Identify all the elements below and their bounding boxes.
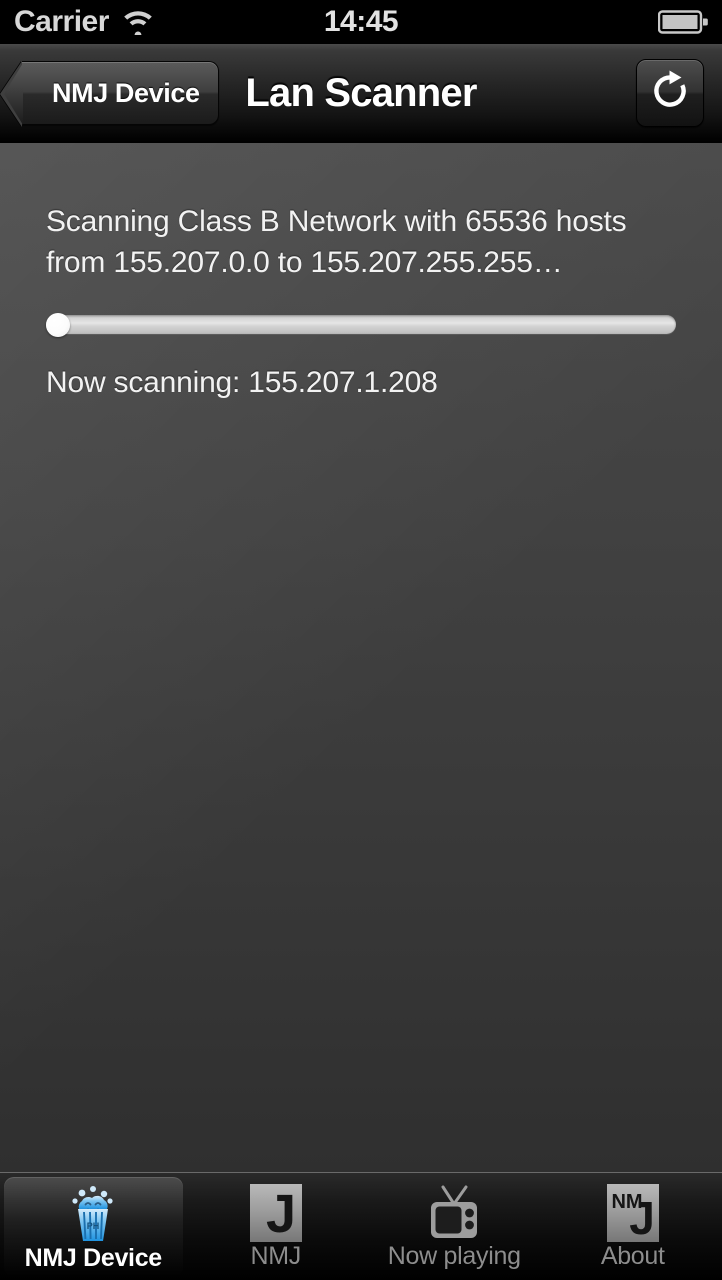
tab-label-about: About xyxy=(600,1242,665,1270)
app-window: Carrier 14:45 NMJ Device Lan Scanner Sca… xyxy=(0,0,722,1280)
carrier-label: Carrier xyxy=(14,5,109,38)
scan-progress-bar xyxy=(46,312,676,337)
back-button-nmj-device[interactable]: NMJ Device xyxy=(22,61,219,125)
back-button-label: NMJ Device xyxy=(52,77,200,108)
svg-text:J: J xyxy=(629,1192,655,1242)
tab-label-nmj: NMJ xyxy=(250,1242,302,1270)
popcorn-icon: PH xyxy=(66,1184,120,1246)
nmj-logo-icon: NM J xyxy=(606,1182,659,1244)
battery-icon xyxy=(658,9,708,35)
wifi-icon xyxy=(121,9,155,35)
tab-nmj[interactable]: J NMJ xyxy=(187,1175,366,1280)
navigation-bar: NMJ Device Lan Scanner xyxy=(0,44,722,143)
scan-description: Scanning Class B Network with 65536 host… xyxy=(46,205,627,279)
television-icon xyxy=(423,1182,485,1244)
tab-bar: PH NMJ Device J NMJ Now playing NM J Abo… xyxy=(0,1172,722,1280)
progress-track xyxy=(46,312,676,337)
status-bar: Carrier 14:45 xyxy=(0,0,722,44)
refresh-button[interactable] xyxy=(636,59,704,127)
tab-label-nmj-device: NMJ Device xyxy=(24,1244,163,1272)
main-content: Scanning Class B Network with 65536 host… xyxy=(0,143,722,1172)
tab-label-now-playing: Now playing xyxy=(387,1242,521,1270)
svg-text:PH: PH xyxy=(87,1221,100,1231)
now-scanning-label: Now scanning: 155.207.1.208 xyxy=(46,366,438,399)
progress-indicator xyxy=(46,312,70,337)
logo-tile: J xyxy=(249,1184,302,1242)
logo-tile: NM J xyxy=(606,1184,659,1242)
tab-about[interactable]: NM J About xyxy=(544,1175,722,1280)
svg-text:J: J xyxy=(266,1184,296,1242)
nmj-j-logo-icon: J xyxy=(249,1182,302,1244)
tab-now-playing[interactable]: Now playing xyxy=(365,1175,544,1280)
tab-nmj-device[interactable]: PH NMJ Device xyxy=(4,1177,183,1277)
refresh-icon xyxy=(649,70,691,117)
